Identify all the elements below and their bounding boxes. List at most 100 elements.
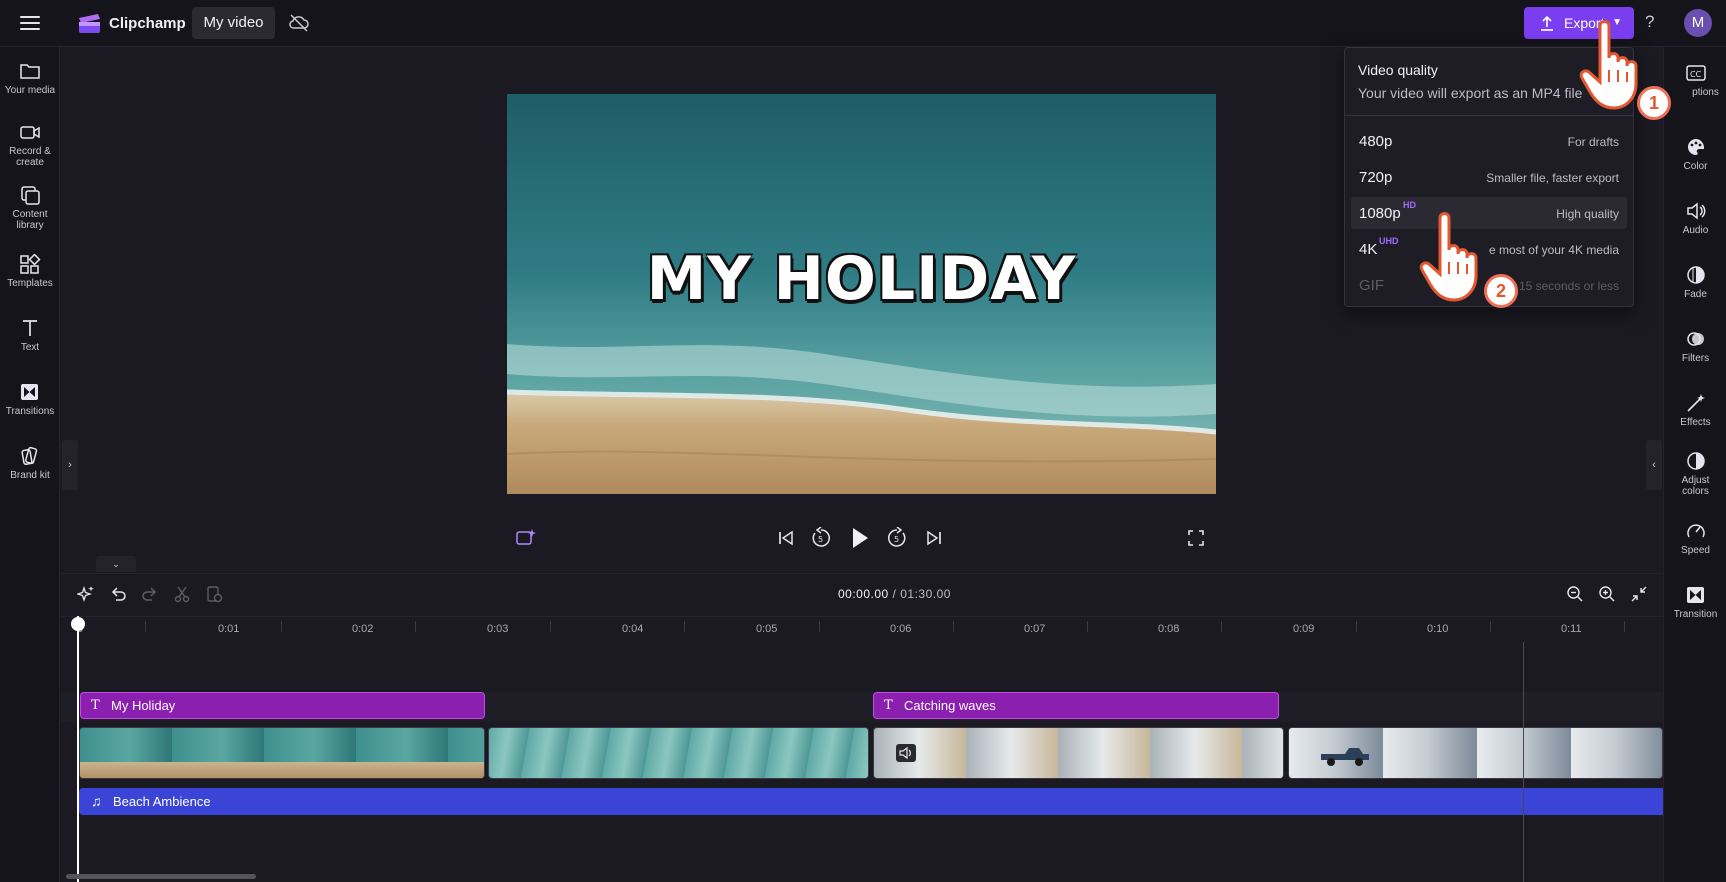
sidebar-item-label: Templates — [7, 278, 53, 289]
time-ruler[interactable]: 0 0:01 0:02 0:03 0:04 0:05 0:06 0:07 0:0… — [61, 616, 1663, 638]
cloud-sync-off-icon[interactable] — [288, 13, 310, 33]
speedometer-icon — [1686, 524, 1705, 538]
video-clip-shore[interactable] — [873, 727, 1284, 779]
sidebar-item-captions[interactable]: CC ptions — [1664, 63, 1726, 98]
quality-option-720p[interactable]: 720p Smaller file, faster export — [1351, 161, 1627, 193]
templates-icon — [20, 254, 41, 274]
play-icon[interactable] — [850, 526, 870, 550]
sidebar-item-filters[interactable]: Filters — [1664, 329, 1726, 364]
sidebar-item-brand-kit[interactable]: Brand kit — [0, 446, 60, 481]
hamburger-menu-icon[interactable] — [18, 12, 42, 34]
sidebar-item-color[interactable]: Color — [1664, 137, 1726, 172]
sidebar-item-audio[interactable]: Audio — [1664, 201, 1726, 236]
skip-back-icon[interactable] — [776, 528, 796, 548]
ruler-label: 0:02 — [352, 623, 374, 635]
ruler-tick — [145, 621, 146, 632]
expand-left-panel-button[interactable]: › — [62, 440, 78, 490]
brand-kit-icon — [21, 446, 38, 466]
text-clip-label: My Holiday — [111, 698, 176, 713]
video-clip-beach[interactable] — [79, 727, 485, 779]
video-preview[interactable]: MY HOLIDAY — [507, 94, 1216, 494]
svg-text:5: 5 — [894, 535, 899, 544]
total-time: / 01:30.00 — [888, 587, 951, 601]
left-sidebar: Your media Record & create Content libra… — [0, 47, 60, 882]
quality-description: High quality — [1556, 207, 1619, 221]
hand-cursor-icon — [1419, 212, 1478, 302]
sidebar-item-label: Fade — [1684, 289, 1707, 300]
sidebar-item-adjust-colors[interactable]: Adjust colors — [1664, 451, 1726, 497]
sidebar-item-label: Content — [12, 209, 48, 220]
sidebar-item-label: Effects — [1680, 417, 1711, 428]
project-name-field[interactable]: My video — [192, 7, 275, 39]
delete-icon[interactable] — [205, 585, 223, 603]
text-clip-icon: T — [884, 698, 893, 713]
sidebar-item-label: Audio — [1682, 225, 1709, 236]
sidebar-item-label: Brand kit — [10, 470, 50, 481]
sidebar-item-label: Transition — [1673, 609, 1718, 620]
rewind-5s-icon[interactable]: 5 — [810, 527, 832, 549]
sidebar-item-label: Transitions — [5, 406, 55, 417]
skip-forward-icon[interactable] — [924, 528, 944, 548]
scissors-icon[interactable] — [173, 585, 191, 603]
avatar[interactable]: M — [1684, 9, 1712, 37]
sidebar-item-your-media[interactable]: Your media — [0, 61, 60, 96]
right-sidebar: CC ptions Color Audio Fade Filters Effec… — [1663, 47, 1726, 882]
forward-5s-icon[interactable]: 5 — [886, 527, 908, 549]
clip-sand-strip — [80, 762, 484, 778]
redo-icon[interactable] — [141, 585, 159, 603]
sidebar-item-label: Speed — [1681, 545, 1710, 556]
ai-edit-icon[interactable] — [515, 527, 537, 549]
video-clip-waves[interactable] — [488, 727, 869, 779]
timecode: 00:00.00 / 01:30.00 — [838, 587, 951, 601]
sidebar-item-text[interactable]: Text — [0, 318, 60, 353]
playhead[interactable] — [77, 616, 79, 882]
sidebar-item-label: Color — [1683, 161, 1708, 172]
expand-right-panel-button[interactable]: ‹ — [1646, 440, 1662, 490]
ruler-label: 0:09 — [1293, 623, 1315, 635]
video-clip-truck[interactable] — [1288, 727, 1663, 779]
audio-clip-beach-ambience[interactable]: ♫ Beach Ambience — [79, 788, 1663, 815]
ruler-tick — [1356, 621, 1357, 632]
ruler-tick — [819, 621, 820, 632]
sidebar-item-speed[interactable]: Speed — [1664, 521, 1726, 556]
sidebar-item-label: Filters — [1681, 353, 1710, 364]
quality-label: 480p — [1359, 133, 1393, 150]
quality-label: 4K — [1359, 241, 1378, 258]
sidebar-item-label-2: library — [16, 220, 44, 231]
sidebar-item-content-library[interactable]: Content library — [0, 185, 60, 231]
quality-description: 15 seconds or less — [1518, 279, 1619, 293]
quality-label: 1080p — [1359, 205, 1401, 222]
collapse-timeline-icon[interactable]: ⌄ — [96, 556, 136, 572]
undo-icon[interactable] — [109, 585, 127, 603]
sidebar-item-templates[interactable]: Templates — [0, 254, 60, 289]
fit-timeline-icon[interactable] — [1630, 585, 1648, 603]
sidebar-item-transitions[interactable]: Transitions — [0, 382, 60, 417]
text-clip-catching-waves[interactable]: T Catching waves — [873, 692, 1279, 719]
playhead-handle[interactable] — [71, 617, 85, 631]
sidebar-item-label-2: colors — [1682, 486, 1709, 497]
sidebar-item-effects[interactable]: Effects — [1664, 393, 1726, 428]
zoom-in-icon[interactable] — [1598, 585, 1616, 603]
audio-icon[interactable] — [896, 744, 916, 762]
camera-icon — [20, 126, 40, 139]
transitions-icon — [21, 384, 38, 400]
sidebar-item-fade[interactable]: Fade — [1664, 265, 1726, 300]
current-time: 00:00.00 — [838, 587, 889, 601]
filters-icon — [1686, 332, 1704, 346]
text-clip-my-holiday[interactable]: T My Holiday — [80, 692, 485, 719]
quality-option-480p[interactable]: 480p For drafts — [1351, 125, 1627, 157]
quality-description: e most of your 4K media — [1488, 243, 1619, 257]
fullscreen-icon[interactable] — [1186, 528, 1206, 548]
sidebar-item-transition[interactable]: Transition — [1664, 585, 1726, 620]
audio-clip-label: Beach Ambience — [113, 794, 211, 809]
transition-icon — [1686, 587, 1704, 603]
text-clip-icon: T — [91, 698, 100, 713]
magic-edit-icon[interactable] — [77, 585, 95, 603]
zoom-out-icon[interactable] — [1566, 585, 1584, 603]
app-name: Clipchamp — [109, 15, 186, 32]
sidebar-item-record-create[interactable]: Record & create — [0, 122, 60, 168]
ruler-label: 0:04 — [622, 623, 644, 635]
sidebar-item-label: Your media — [4, 85, 56, 96]
content-library-icon — [21, 186, 40, 205]
timeline-scrollbar[interactable] — [66, 874, 256, 879]
